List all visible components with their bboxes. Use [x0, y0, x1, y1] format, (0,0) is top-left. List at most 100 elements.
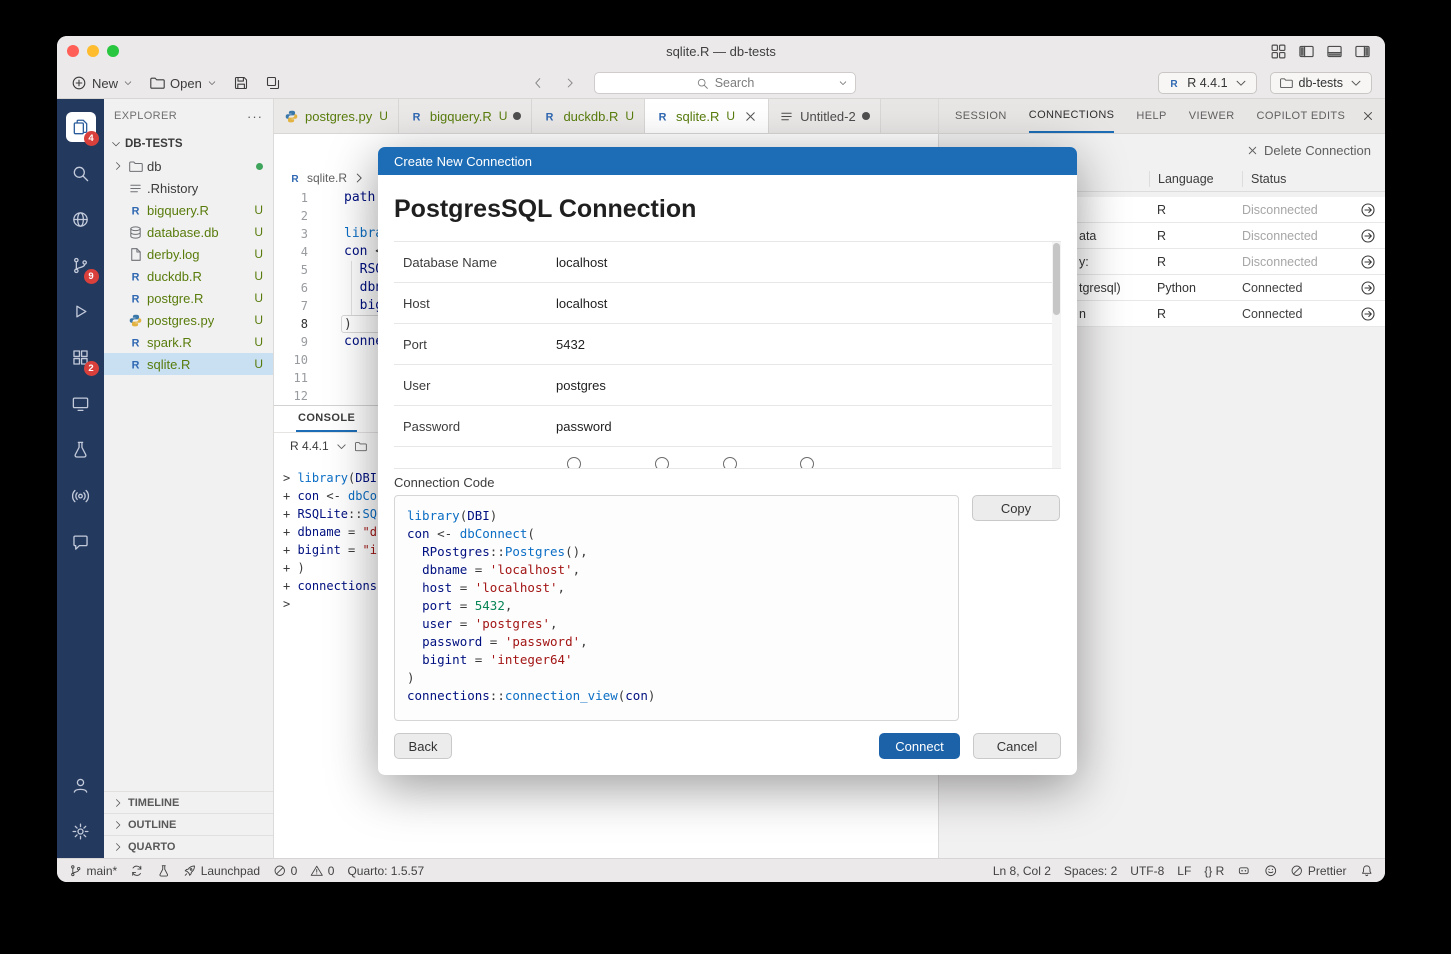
- panel-tab-session[interactable]: SESSION: [955, 99, 1007, 133]
- layout-sidebar-left-icon[interactable]: [1298, 43, 1315, 60]
- delete-connection-button[interactable]: Delete Connection: [1264, 143, 1371, 158]
- file-database.db[interactable]: database.dbU: [104, 221, 273, 243]
- field-value-input[interactable]: password: [556, 419, 612, 434]
- caret-down-icon: [1349, 76, 1363, 90]
- file-postgres.py[interactable]: postgres.pyU: [104, 309, 273, 331]
- status-cursor-position[interactable]: Ln 8, Col 2: [993, 864, 1051, 878]
- arrow-circle-right-icon[interactable]: [1360, 228, 1376, 244]
- panel-tab-copilot-edits[interactable]: COPILOT EDITS: [1257, 99, 1346, 133]
- file-bigquery.R[interactable]: Rbigquery.RU: [104, 199, 273, 221]
- status-quarto-version[interactable]: Quarto: 1.5.57: [347, 864, 424, 878]
- status-encoding[interactable]: UTF-8: [1130, 864, 1164, 878]
- svg-text:R: R: [132, 337, 140, 349]
- python-file-icon: [128, 313, 143, 328]
- save-button[interactable]: [233, 75, 249, 91]
- status-notifications[interactable]: [1360, 864, 1374, 878]
- column-spacer: [1357, 171, 1385, 187]
- layout-sidebar-right-icon[interactable]: [1354, 43, 1371, 60]
- panel-tab-viewer[interactable]: VIEWER: [1189, 99, 1235, 133]
- status-beaker[interactable]: [157, 864, 171, 878]
- workspace-label: db-tests: [1299, 76, 1343, 90]
- close-icon[interactable]: [743, 109, 758, 124]
- tab-bigquery.R[interactable]: Rbigquery.RU: [399, 99, 533, 133]
- workspace-selector[interactable]: db-tests: [1270, 72, 1372, 94]
- activity-item-testing-flask[interactable]: [60, 426, 102, 472]
- panel-tab-help[interactable]: HELP: [1136, 99, 1166, 133]
- status-eol[interactable]: LF: [1177, 864, 1191, 878]
- field-value-input[interactable]: localhost: [556, 255, 607, 270]
- status-sync-changes[interactable]: [130, 864, 144, 878]
- activity-item-chat[interactable]: [60, 518, 102, 564]
- tab-postgres.py[interactable]: postgres.pyU: [274, 99, 399, 133]
- copy-button[interactable]: [265, 75, 281, 91]
- forward-button[interactable]: [563, 76, 577, 90]
- copy-code-button[interactable]: Copy: [972, 495, 1060, 521]
- arrow-circle-right-icon[interactable]: [1360, 306, 1376, 322]
- radio-option[interactable]: [723, 457, 737, 469]
- radio-option[interactable]: [567, 457, 581, 469]
- panel-tab-connections[interactable]: CONNECTIONS: [1029, 99, 1115, 133]
- new-button[interactable]: New: [71, 75, 133, 91]
- file-postgre.R[interactable]: Rpostgre.RU: [104, 287, 273, 309]
- explorer-actions-button[interactable]: ···: [247, 109, 263, 124]
- status-problems-warnings[interactable]: 0: [310, 864, 334, 878]
- section-quarto[interactable]: QUARTO: [104, 836, 273, 858]
- activity-item-broadcast[interactable]: [60, 472, 102, 518]
- file-spark.R[interactable]: Rspark.RU: [104, 331, 273, 353]
- back-button[interactable]: [531, 76, 545, 90]
- arrow-circle-right-icon[interactable]: [1360, 280, 1376, 296]
- open-button[interactable]: Open: [149, 75, 217, 91]
- status-copilot[interactable]: [1237, 864, 1251, 878]
- interpreter-selector[interactable]: R R 4.4.1: [1158, 72, 1256, 94]
- activity-item-source-control[interactable]: 9: [60, 242, 102, 288]
- section-timeline[interactable]: TIMELINE: [104, 792, 273, 814]
- status-problems-errors[interactable]: 0: [273, 864, 297, 878]
- connection-code-block[interactable]: library(DBI)con <- dbConnect( RPostgres:…: [394, 495, 959, 721]
- cancel-button[interactable]: Cancel: [973, 733, 1061, 759]
- arrow-circle-right-icon[interactable]: [1360, 202, 1376, 218]
- status-launchpad[interactable]: Launchpad: [183, 864, 260, 878]
- tab-duckdb.R[interactable]: Rduckdb.RU: [532, 99, 645, 133]
- radio-option[interactable]: [800, 457, 814, 469]
- activity-item-explorer[interactable]: 4: [60, 104, 102, 150]
- tab-sqlite.R[interactable]: Rsqlite.RU: [645, 99, 769, 133]
- activity-item-extensions[interactable]: 2: [60, 334, 102, 380]
- radio-option[interactable]: [655, 457, 669, 469]
- field-value-input[interactable]: postgres: [556, 378, 606, 393]
- layout-panel-icon[interactable]: [1326, 43, 1343, 60]
- status-feedback[interactable]: [1264, 864, 1278, 878]
- grid-layout-icon[interactable]: [1270, 43, 1287, 60]
- arrow-circle-right-icon[interactable]: [1360, 254, 1376, 270]
- tab-console[interactable]: CONSOLE: [296, 406, 357, 432]
- workspace-root-folder[interactable]: DB-TESTS: [104, 133, 273, 155]
- status-language-mode[interactable]: {} R: [1204, 864, 1224, 878]
- window-title: sqlite.R — db-tests: [57, 36, 1385, 67]
- search-input[interactable]: Search: [594, 72, 856, 94]
- field-label: Host: [394, 296, 556, 311]
- section-outline[interactable]: OUTLINE: [104, 814, 273, 836]
- file-.Rhistory[interactable]: .Rhistory: [104, 177, 273, 199]
- connect-button[interactable]: Connect: [879, 733, 960, 759]
- tab-Untitled-2[interactable]: Untitled-2: [769, 99, 881, 133]
- status-git-branch[interactable]: main*: [69, 864, 117, 878]
- file-duckdb.R[interactable]: Rduckdb.RU: [104, 265, 273, 287]
- file-sqlite.R[interactable]: Rsqlite.RU: [104, 353, 273, 375]
- svg-text:R: R: [132, 293, 140, 305]
- activity-item-search[interactable]: [60, 150, 102, 196]
- field-value-input[interactable]: 5432: [556, 337, 585, 352]
- status-indentation[interactable]: Spaces: 2: [1064, 864, 1117, 878]
- status-prettier[interactable]: Prettier: [1290, 864, 1346, 878]
- panel-close-button[interactable]: [1361, 109, 1375, 123]
- fields-scrollbar-thumb[interactable]: [1053, 243, 1060, 315]
- search-icon: [71, 164, 90, 183]
- git-status-badge: U: [254, 335, 263, 349]
- activity-item-globe[interactable]: [60, 196, 102, 242]
- activity-item-account[interactable]: [60, 762, 102, 808]
- file-derby.log[interactable]: derby.logU: [104, 243, 273, 265]
- back-button[interactable]: Back: [394, 733, 452, 759]
- file-db[interactable]: db: [104, 155, 273, 177]
- activity-item-settings-gear[interactable]: [60, 808, 102, 854]
- activity-item-remote-window[interactable]: [60, 380, 102, 426]
- field-value-input[interactable]: localhost: [556, 296, 607, 311]
- activity-item-run-debug[interactable]: [60, 288, 102, 334]
